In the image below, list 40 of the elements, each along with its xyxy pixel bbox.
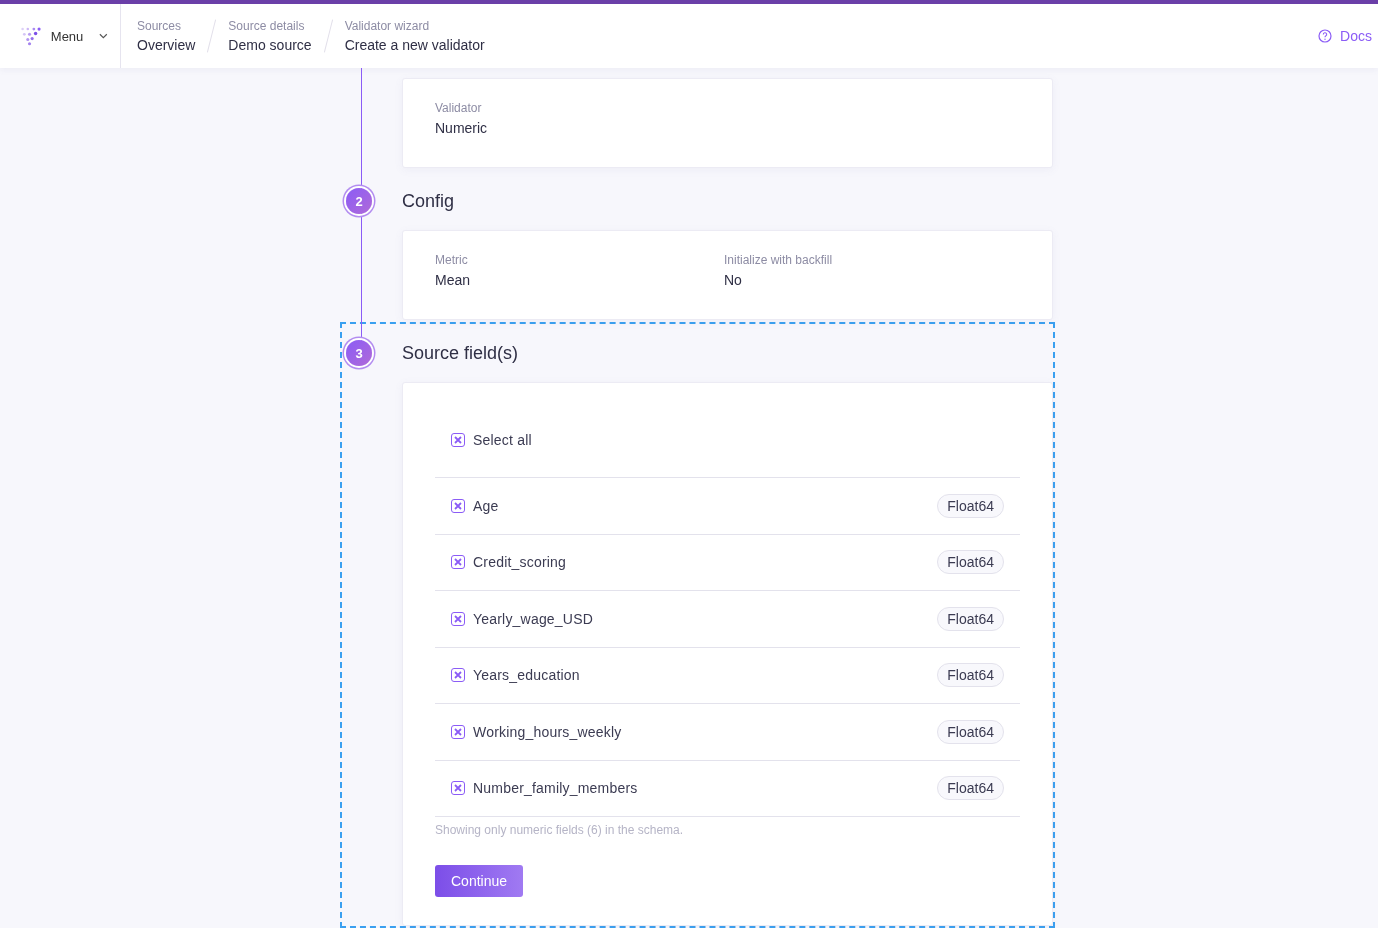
field-label: Initialize with backfill	[724, 253, 834, 267]
step-number: 3	[346, 340, 372, 366]
checkbox[interactable]	[451, 781, 465, 796]
checkbox[interactable]	[451, 555, 465, 570]
checkbox-label[interactable]: Number_family_members	[473, 780, 638, 797]
type-tag: Float64	[937, 493, 1004, 518]
chevron-down-icon[interactable]	[99, 33, 108, 39]
checkbox[interactable]	[451, 668, 465, 683]
type-tag: Float64	[937, 550, 1004, 575]
checkbox-label[interactable]: Select all	[473, 432, 532, 448]
type-tag: Float64	[937, 606, 1004, 631]
checkbox-label[interactable]: Years_education	[473, 667, 580, 684]
breadcrumb-item[interactable]: Overview	[137, 37, 196, 53]
type-tag: Float64	[937, 776, 1004, 801]
step-title: Source field(s)	[402, 342, 519, 364]
type-tag: Float64	[937, 719, 1004, 744]
help-icon	[1318, 29, 1333, 43]
field-value: Numeric	[435, 120, 489, 136]
logo-icon	[20, 25, 41, 47]
menu-button[interactable]: Menu	[50, 28, 90, 44]
hint-text: Showing only numeric fields (6) in the schema.	[435, 823, 685, 837]
field-value: No	[724, 272, 743, 288]
type-tag: Float64	[937, 663, 1004, 688]
breadcrumb-item[interactable]: Demo source	[228, 37, 312, 53]
checkbox-label[interactable]: Working_hours_weekly	[473, 723, 622, 740]
field-value: Mean	[435, 272, 472, 288]
checkbox-label[interactable]: Credit_scoring	[473, 554, 567, 571]
field-label: Validator	[435, 101, 483, 115]
checkbox-label[interactable]: Age	[473, 497, 499, 514]
breadcrumb-item[interactable]: Create a new validator	[344, 37, 485, 53]
step-title: Config	[402, 190, 455, 212]
field-label: Metric	[435, 253, 469, 267]
docs-link[interactable]: Docs	[1318, 28, 1372, 44]
checkbox[interactable]	[451, 724, 465, 739]
checkbox[interactable]	[451, 498, 465, 513]
continue-button[interactable]: Continue	[435, 865, 524, 897]
checkbox-label[interactable]: Yearly_wage_USD	[473, 610, 593, 627]
checkbox[interactable]	[451, 433, 465, 447]
checkbox[interactable]	[451, 611, 465, 626]
step-number: 2	[346, 188, 372, 214]
